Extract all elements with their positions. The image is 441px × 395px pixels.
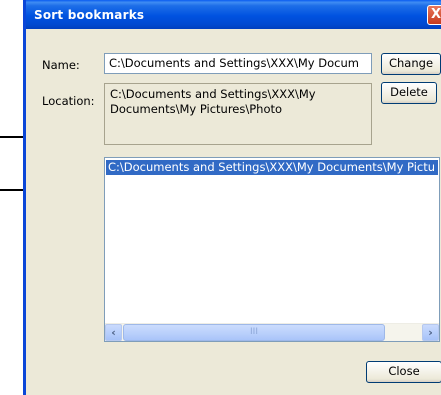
dialog-title: Sort bookmarks: [34, 8, 145, 22]
list-item[interactable]: C:\Documents and Settings\XXX\My Documen…: [106, 160, 438, 175]
scroll-thumb[interactable]: III: [123, 324, 385, 341]
location-line-2: Documents\My Pictures\Photo: [110, 102, 283, 116]
chevron-right-icon: ›: [428, 326, 433, 339]
location-label: Location:: [42, 94, 95, 108]
close-button[interactable]: Close: [366, 361, 441, 383]
name-label: Name:: [42, 58, 80, 72]
delete-button[interactable]: Delete: [381, 82, 437, 104]
location-line-1: C:\Documents and Settings\XXX\My: [110, 87, 316, 101]
location-value: C:\Documents and Settings\XXX\My Documen…: [104, 83, 372, 145]
chevron-left-icon: ‹: [111, 326, 116, 339]
name-field[interactable]: C:\Documents and Settings\XXX\My Docum: [104, 53, 372, 74]
scroll-right-button[interactable]: ›: [422, 324, 439, 341]
sort-bookmarks-dialog: Sort bookmarks X Name: C:\Documents and …: [23, 0, 441, 395]
scroll-left-button[interactable]: ‹: [105, 324, 122, 341]
bookmarks-list[interactable]: C:\Documents and Settings\XXX\My Documen…: [104, 157, 440, 342]
title-bar[interactable]: Sort bookmarks X: [26, 0, 441, 29]
close-window-button[interactable]: X: [427, 5, 441, 25]
change-button[interactable]: Change: [381, 53, 441, 75]
close-icon: X: [430, 7, 441, 22]
horizontal-scrollbar[interactable]: ‹ III ›: [105, 323, 439, 341]
scroll-grip-icon: III: [250, 327, 258, 337]
